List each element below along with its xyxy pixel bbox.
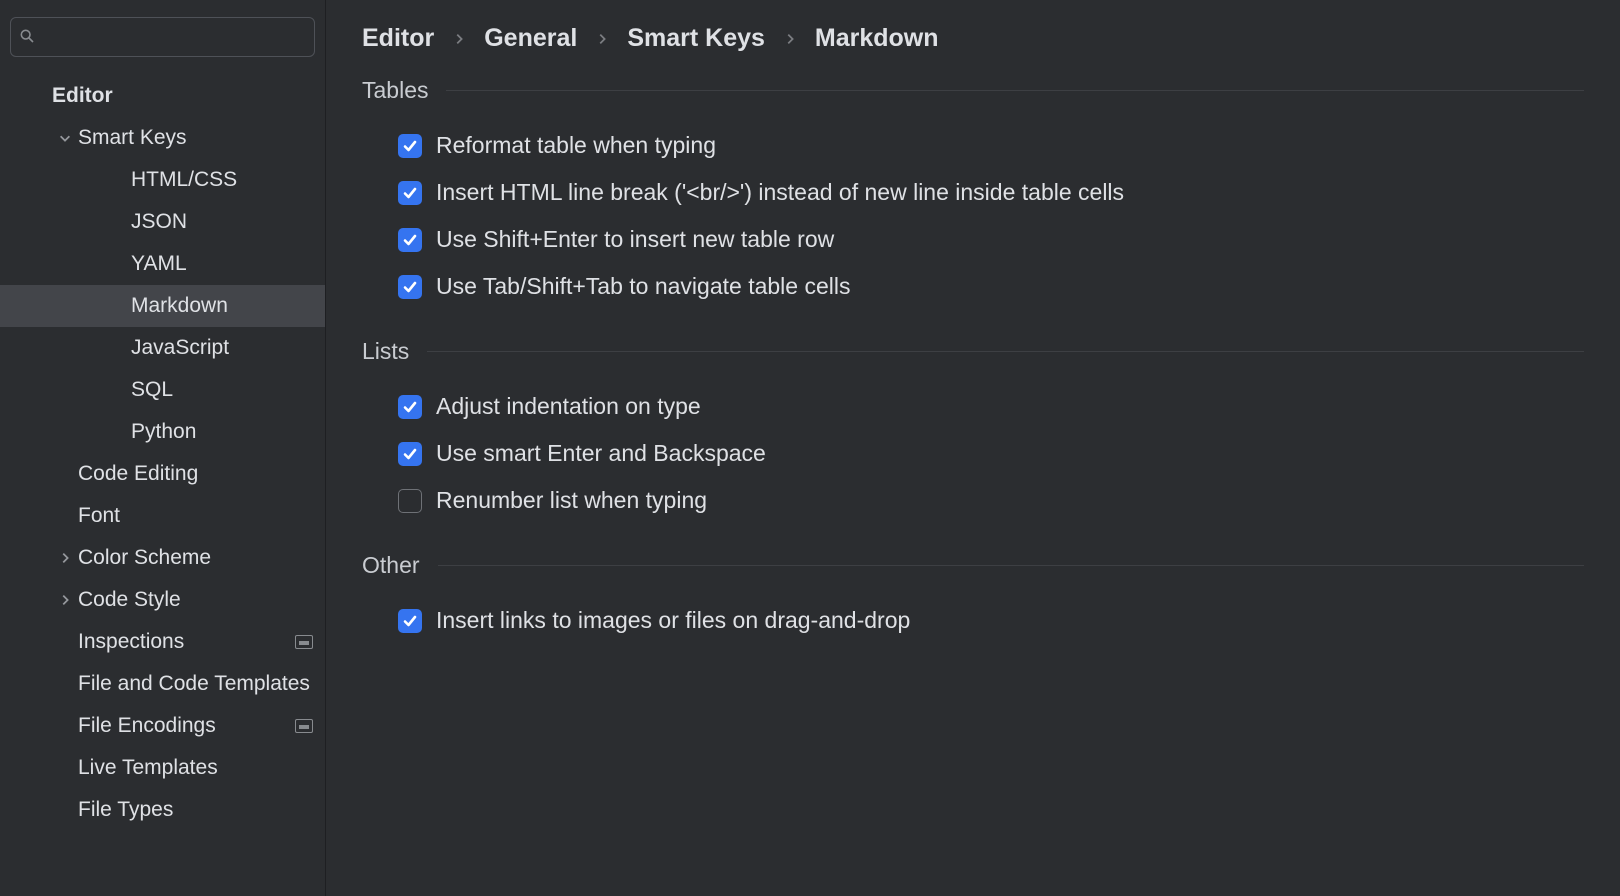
sidebar-item-yaml[interactable]: YAML (0, 243, 325, 285)
tree-item-label: YAML (131, 252, 313, 276)
sidebar-item-color-scheme[interactable]: Color Scheme (0, 537, 325, 579)
sidebar-item-font[interactable]: Font (0, 495, 325, 537)
sidebar-item-code-style[interactable]: Code Style (0, 579, 325, 621)
tree-item-label: Live Templates (78, 756, 313, 780)
option-row[interactable]: Adjust indentation on type (362, 383, 1584, 430)
checkbox[interactable] (398, 181, 422, 205)
sidebar-item-file-types[interactable]: File Types (0, 789, 325, 831)
option-row[interactable]: Insert links to images or files on drag-… (362, 597, 1584, 644)
tree-item-label: JSON (131, 210, 313, 234)
checkbox[interactable] (398, 609, 422, 633)
tree-item-label: Code Editing (78, 462, 313, 486)
tree-item-label: Code Style (78, 588, 313, 612)
tree-item-label: Editor (52, 84, 313, 108)
sidebar-item-live-templates[interactable]: Live Templates (0, 747, 325, 789)
option-label: Insert links to images or files on drag-… (436, 607, 910, 634)
option-label: Use Tab/Shift+Tab to navigate table cell… (436, 273, 850, 300)
chevron-down-icon (52, 131, 78, 145)
project-badge-icon (295, 719, 313, 733)
sidebar-item-json[interactable]: JSON (0, 201, 325, 243)
breadcrumb: Editor General Smart Keys Markdown (326, 24, 1620, 77)
settings-main: Editor General Smart Keys Markdown Tables Re… (326, 0, 1620, 896)
sidebar-item-html-css[interactable]: HTML/CSS (0, 159, 325, 201)
settings-sidebar: Editor Smart Keys HTML/CSS JSON YAML Markdown… (0, 0, 326, 896)
sidebar-item-editor[interactable]: Editor (0, 75, 325, 117)
tree-item-label: Smart Keys (78, 126, 313, 150)
tree-item-label: Inspections (78, 630, 295, 654)
sidebar-item-file-encodings[interactable]: File Encodings (0, 705, 325, 747)
divider (438, 565, 1584, 566)
tree-item-label: Python (131, 420, 313, 444)
sidebar-item-markdown[interactable]: Markdown (0, 285, 325, 327)
tree-item-label: Font (78, 504, 313, 528)
chevron-right-icon (783, 24, 797, 53)
tree-item-label: File and Code Templates (78, 672, 313, 696)
option-label: Reformat table when typing (436, 132, 716, 159)
checkbox[interactable] (398, 275, 422, 299)
breadcrumb-item[interactable]: Smart Keys (627, 24, 765, 53)
sidebar-item-inspections[interactable]: Inspections (0, 621, 325, 663)
tree-item-label: File Types (78, 798, 313, 822)
sidebar-item-sql[interactable]: SQL (0, 369, 325, 411)
sidebar-item-javascript[interactable]: JavaScript (0, 327, 325, 369)
option-row[interactable]: Use smart Enter and Backspace (362, 430, 1584, 477)
settings-tree: Editor Smart Keys HTML/CSS JSON YAML Markdown… (0, 75, 325, 896)
checkbox[interactable] (398, 442, 422, 466)
section-lists: Lists Adjust indentation on type Use smart… (326, 338, 1620, 524)
sidebar-item-python[interactable]: Python (0, 411, 325, 453)
chevron-right-icon (52, 593, 78, 607)
option-label: Use smart Enter and Backspace (436, 440, 766, 467)
option-row[interactable]: Renumber list when typing (362, 477, 1584, 524)
section-tables: Tables Reformat table when typing Insert H… (326, 77, 1620, 310)
tree-item-label: Markdown (131, 294, 313, 318)
sidebar-item-code-editing[interactable]: Code Editing (0, 453, 325, 495)
checkbox[interactable] (398, 228, 422, 252)
option-row[interactable]: Insert HTML line break ('<br/>') instead… (362, 169, 1584, 216)
option-row[interactable]: Reformat table when typing (362, 122, 1584, 169)
option-label: Adjust indentation on type (436, 393, 701, 420)
search-box[interactable] (10, 17, 315, 57)
chevron-right-icon (452, 24, 466, 53)
section-title: Lists (362, 338, 409, 365)
tree-item-label: File Encodings (78, 714, 295, 738)
section-title: Tables (362, 77, 428, 104)
checkbox[interactable] (398, 395, 422, 419)
tree-item-label: HTML/CSS (131, 168, 313, 192)
option-label: Renumber list when typing (436, 487, 707, 514)
option-row[interactable]: Use Tab/Shift+Tab to navigate table cell… (362, 263, 1584, 310)
sidebar-item-smart-keys[interactable]: Smart Keys (0, 117, 325, 159)
tree-item-label: SQL (131, 378, 313, 402)
breadcrumb-item[interactable]: Markdown (815, 24, 939, 53)
divider (446, 90, 1584, 91)
breadcrumb-item[interactable]: General (484, 24, 577, 53)
option-label: Use Shift+Enter to insert new table row (436, 226, 834, 253)
project-badge-icon (295, 635, 313, 649)
tree-item-label: JavaScript (131, 336, 313, 360)
section-title: Other (362, 552, 420, 579)
search-icon (19, 26, 35, 48)
divider (427, 351, 1584, 352)
sidebar-item-file-and-code-templates[interactable]: File and Code Templates (0, 663, 325, 705)
checkbox[interactable] (398, 489, 422, 513)
option-row[interactable]: Use Shift+Enter to insert new table row (362, 216, 1584, 263)
search-input[interactable] (41, 26, 306, 49)
checkbox[interactable] (398, 134, 422, 158)
tree-item-label: Color Scheme (78, 546, 313, 570)
section-other: Other Insert links to images or files on … (326, 552, 1620, 644)
chevron-right-icon (595, 24, 609, 53)
chevron-right-icon (52, 551, 78, 565)
option-label: Insert HTML line break ('<br/>') instead… (436, 179, 1124, 206)
breadcrumb-item[interactable]: Editor (362, 24, 434, 53)
